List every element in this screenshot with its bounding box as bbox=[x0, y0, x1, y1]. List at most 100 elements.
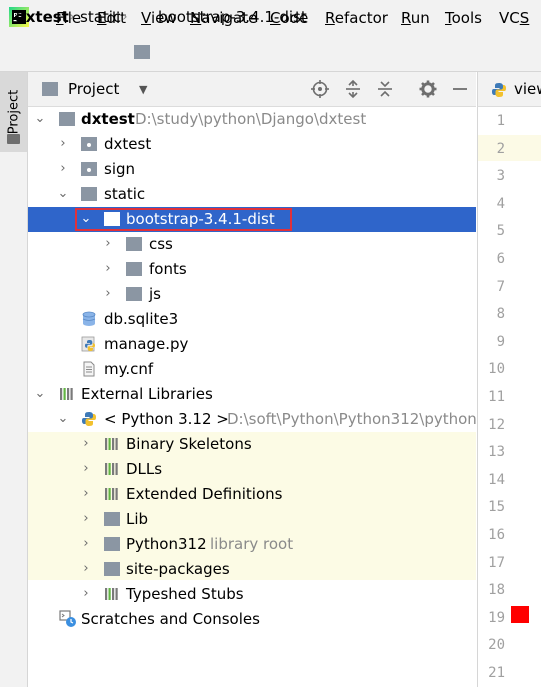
line-number: 17 bbox=[488, 554, 505, 571]
project-folder-icon bbox=[42, 82, 58, 96]
python-file-icon bbox=[81, 336, 95, 352]
tree-node-fonts[interactable]: › fonts bbox=[28, 257, 476, 282]
tree-node-path: D:\soft\Python\Python312\python bbox=[227, 410, 477, 428]
chevron-right-icon[interactable]: › bbox=[78, 535, 94, 553]
menu-run[interactable]: Run bbox=[401, 9, 430, 27]
tree-node-binary-skeletons[interactable]: › Binary Skeletons bbox=[28, 432, 476, 457]
line-number: 18 bbox=[488, 582, 505, 599]
tree-node-lib[interactable]: › Lib bbox=[28, 507, 476, 532]
menu-refactor[interactable]: Refactor bbox=[325, 9, 388, 27]
tree-node-site-packages[interactable]: › site-packages bbox=[28, 557, 476, 582]
gear-icon[interactable] bbox=[418, 79, 438, 99]
chevron-down-icon[interactable]: ⌄ bbox=[32, 110, 48, 128]
line-number: 13 bbox=[488, 444, 505, 461]
editor-tab-view[interactable]: view bbox=[514, 80, 541, 98]
tree-node-label: Binary Skeletons bbox=[126, 435, 252, 453]
tree-node-static[interactable]: ⌄ static bbox=[28, 182, 476, 207]
breadcrumb-separator: › bbox=[69, 9, 75, 25]
chevron-right-icon[interactable]: › bbox=[78, 460, 94, 478]
tree-node-label: Scratches and Consoles bbox=[81, 610, 260, 628]
chevron-right-icon[interactable]: › bbox=[55, 135, 71, 153]
chevron-right-icon[interactable]: › bbox=[55, 160, 71, 178]
tree-node-js[interactable]: › js bbox=[28, 282, 476, 307]
folder-icon bbox=[7, 134, 20, 144]
folder-icon bbox=[126, 237, 142, 251]
breadcrumb-item-dxtest[interactable]: dxtest bbox=[15, 8, 69, 26]
folder-icon bbox=[134, 45, 150, 59]
tree-node-label: Lib bbox=[126, 510, 149, 528]
tree-node-dlls[interactable]: › DLLs bbox=[28, 457, 476, 482]
folder-icon bbox=[81, 187, 97, 201]
minimize-icon[interactable] bbox=[450, 79, 470, 99]
menu-vcs[interactable]: VCS bbox=[499, 9, 529, 27]
chevron-right-icon[interactable]: › bbox=[100, 235, 116, 253]
tree-node-sign[interactable]: › sign bbox=[28, 157, 476, 182]
project-view-title[interactable]: Project bbox=[68, 80, 119, 98]
folder-icon bbox=[104, 512, 120, 526]
chevron-down-icon[interactable]: ⌄ bbox=[55, 185, 71, 203]
chevron-right-icon[interactable]: › bbox=[78, 435, 94, 453]
tree-node-db-sqlite3[interactable]: db.sqlite3 bbox=[28, 307, 476, 332]
chevron-right-icon[interactable]: › bbox=[100, 285, 116, 303]
breadcrumb-item-static[interactable]: static bbox=[80, 8, 121, 26]
chevron-right-icon[interactable]: › bbox=[78, 485, 94, 503]
tree-node-external-libraries[interactable]: ⌄ External Libraries bbox=[28, 382, 476, 407]
library-root-hint: library root bbox=[210, 535, 294, 553]
breakpoint-marker[interactable] bbox=[511, 606, 529, 623]
tree-node-label: static bbox=[104, 185, 146, 203]
tree-node-label: Extended Definitions bbox=[126, 485, 283, 503]
tree-node-dxtest-package[interactable]: › dxtest bbox=[28, 132, 476, 157]
folder-icon bbox=[104, 537, 120, 551]
line-number: 3 bbox=[496, 168, 505, 185]
chevron-down-icon[interactable]: ▼ bbox=[139, 81, 147, 99]
tree-node-label: css bbox=[149, 235, 173, 253]
tree-node-scratches[interactable]: Scratches and Consoles bbox=[28, 607, 476, 632]
chevron-down-icon[interactable]: ⌄ bbox=[32, 385, 48, 403]
tree-node-python-sdk[interactable]: ⌄ < Python 3.12 > D:\soft\Python\Python3… bbox=[28, 407, 477, 432]
text-file-icon bbox=[83, 361, 95, 377]
project-strip-label: Project bbox=[6, 89, 22, 135]
expand-all-icon[interactable] bbox=[343, 79, 363, 99]
menu-tools[interactable]: Tools bbox=[445, 9, 482, 27]
breadcrumb-item-bootstrap[interactable]: bootstrap-3.4.1-dist bbox=[158, 8, 307, 26]
line-number: 2 bbox=[496, 140, 505, 157]
line-number: 14 bbox=[488, 471, 505, 488]
tree-node-label: < Python 3.12 > bbox=[104, 410, 229, 428]
locate-icon[interactable] bbox=[310, 79, 330, 99]
tree-node-label: manage.py bbox=[104, 335, 189, 353]
python-file-icon bbox=[492, 83, 506, 97]
tree-node-my-cnf[interactable]: my.cnf bbox=[28, 357, 476, 382]
line-number: 7 bbox=[496, 278, 505, 295]
annotation-outline bbox=[75, 208, 292, 231]
chevron-down-icon[interactable]: ⌄ bbox=[55, 410, 71, 428]
tree-node-python312[interactable]: › Python312 library root bbox=[28, 532, 476, 557]
library-icon bbox=[105, 463, 118, 475]
tree-node-label: Python312 bbox=[126, 535, 207, 553]
library-icon bbox=[60, 388, 73, 400]
tree-node-project-root[interactable]: ⌄ dxtest D:\study\python\Django\dxtest bbox=[28, 107, 476, 132]
line-number: 15 bbox=[488, 499, 505, 516]
tree-node-label: my.cnf bbox=[104, 360, 154, 378]
folder-icon bbox=[59, 112, 75, 126]
line-number: 20 bbox=[488, 637, 505, 654]
tree-node-path: D:\study\python\Django\dxtest bbox=[135, 110, 367, 128]
line-number: 21 bbox=[488, 665, 505, 681]
tree-node-label: js bbox=[149, 285, 161, 303]
tree-node-label: Typeshed Stubs bbox=[126, 585, 244, 603]
line-number: 11 bbox=[488, 389, 505, 405]
line-number: 8 bbox=[496, 306, 505, 323]
tree-node-manage-py[interactable]: manage.py bbox=[28, 332, 476, 357]
chevron-right-icon[interactable]: › bbox=[78, 510, 94, 528]
library-icon bbox=[105, 488, 118, 500]
tree-node-typeshed-stubs[interactable]: › Typeshed Stubs bbox=[28, 582, 476, 607]
tree-node-label: fonts bbox=[149, 260, 187, 278]
tree-node-extended-definitions[interactable]: › Extended Definitions bbox=[28, 482, 476, 507]
tree-node-css[interactable]: › css bbox=[28, 232, 476, 257]
collapse-all-icon[interactable] bbox=[375, 79, 395, 99]
chevron-right-icon[interactable]: › bbox=[78, 560, 94, 578]
chevron-right-icon[interactable]: › bbox=[100, 260, 116, 278]
line-number: 6 bbox=[496, 251, 505, 267]
breadcrumb bbox=[0, 36, 541, 72]
tree-node-label: dxtest bbox=[104, 135, 152, 153]
chevron-right-icon[interactable]: › bbox=[78, 585, 94, 603]
